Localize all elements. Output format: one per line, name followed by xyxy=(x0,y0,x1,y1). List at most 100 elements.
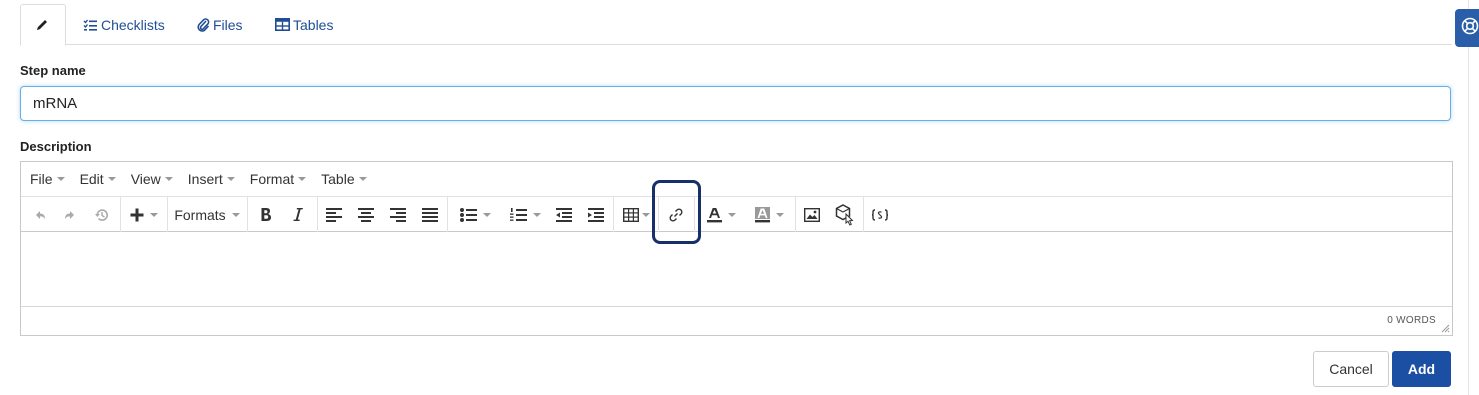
description-editor: File Edit View Insert Format Table Forma… xyxy=(20,161,1453,336)
bullet-list-button[interactable] xyxy=(455,201,495,228)
menu-edit[interactable]: Edit xyxy=(80,171,116,187)
editor-statusbar: 0 WORDS xyxy=(21,306,1452,335)
bold-icon xyxy=(261,208,271,221)
text-color-button[interactable] xyxy=(701,201,741,228)
redo-button[interactable] xyxy=(59,201,81,228)
caret-down-icon xyxy=(775,212,784,217)
toolbar-separator xyxy=(120,197,121,232)
indent-icon xyxy=(588,207,604,222)
help-button[interactable] xyxy=(1455,9,1479,47)
caret-down-icon xyxy=(107,177,116,181)
pencil-icon xyxy=(35,18,49,32)
tab-label: Tables xyxy=(293,16,334,33)
numbered-list-icon xyxy=(509,207,527,221)
align-justify-icon xyxy=(422,207,438,222)
align-left-button[interactable] xyxy=(323,201,345,228)
caret-down-icon xyxy=(641,212,650,217)
caret-down-icon xyxy=(358,177,367,181)
indent-button[interactable] xyxy=(585,201,607,228)
numbered-list-button[interactable] xyxy=(505,201,545,228)
tab-edit[interactable] xyxy=(20,4,66,46)
menu-label: Edit xyxy=(79,171,104,187)
background-color-icon xyxy=(754,206,770,222)
formats-label: Formats xyxy=(174,206,226,223)
align-center-icon xyxy=(358,207,374,222)
panel-edge xyxy=(1468,0,1469,395)
menu-label: View xyxy=(130,171,161,187)
caret-down-icon xyxy=(56,177,65,181)
align-left-icon xyxy=(326,207,342,222)
align-right-icon xyxy=(390,207,406,222)
menu-table[interactable]: Table xyxy=(321,171,367,187)
history-icon xyxy=(95,208,108,221)
toolbar-separator xyxy=(613,197,614,232)
editor-content-area[interactable] xyxy=(21,233,1452,306)
smart-annotation-button[interactable] xyxy=(833,201,857,228)
image-button[interactable] xyxy=(801,201,823,228)
table-icon xyxy=(622,207,639,222)
link-button[interactable] xyxy=(665,201,687,228)
menu-label: Table xyxy=(321,171,355,187)
tab-files[interactable]: Files xyxy=(197,4,243,45)
toolbar-separator xyxy=(447,197,448,232)
table-button[interactable] xyxy=(619,201,653,228)
cancel-button[interactable]: Cancel xyxy=(1313,351,1389,387)
caret-down-icon xyxy=(164,177,173,181)
add-button[interactable]: Add xyxy=(1392,351,1451,387)
align-center-button[interactable] xyxy=(355,201,377,228)
caret-down-icon xyxy=(298,177,307,181)
caret-down-icon xyxy=(727,212,736,217)
menu-label: Format xyxy=(249,171,295,187)
tab-tables[interactable]: Tables xyxy=(275,4,333,45)
table-icon xyxy=(275,18,290,31)
menu-label: Insert xyxy=(187,171,223,187)
tab-label: Files xyxy=(213,16,243,33)
menu-insert[interactable]: Insert xyxy=(188,171,235,187)
formats-dropdown[interactable]: Formats xyxy=(173,201,241,228)
italic-button[interactable] xyxy=(287,201,309,228)
image-icon xyxy=(804,207,820,222)
code-button[interactable] xyxy=(869,201,891,228)
caret-down-icon xyxy=(482,212,491,217)
toolbar-separator xyxy=(317,197,318,232)
link-icon xyxy=(669,207,683,222)
align-right-button[interactable] xyxy=(387,201,409,228)
word-count: 0 WORDS xyxy=(1387,315,1436,326)
toolbar-separator xyxy=(658,197,659,232)
smart-annotation-icon xyxy=(835,203,854,226)
toolbar-separator xyxy=(863,197,864,232)
description-label: Description xyxy=(20,139,92,154)
resize-handle-icon[interactable] xyxy=(1441,324,1450,333)
bold-button[interactable] xyxy=(255,201,277,228)
toolbar-separator xyxy=(694,197,695,232)
caret-down-icon xyxy=(231,212,240,217)
step-name-label: Step name xyxy=(20,63,86,78)
bullet-list-icon xyxy=(459,207,477,222)
plus-icon xyxy=(130,208,144,221)
checklist-icon xyxy=(83,19,98,31)
code-icon xyxy=(871,208,889,221)
outdent-icon xyxy=(556,207,572,222)
step-name-input[interactable] xyxy=(20,86,1451,121)
lifebuoy-icon xyxy=(1461,17,1479,40)
outdent-button[interactable] xyxy=(553,201,575,228)
step-tabs: Checklists Files Tables xyxy=(20,4,1452,46)
italic-icon xyxy=(293,208,303,221)
align-justify-button[interactable] xyxy=(419,201,441,228)
undo-button[interactable] xyxy=(28,201,50,228)
redo-icon xyxy=(64,210,74,219)
caret-down-icon xyxy=(150,212,158,217)
tab-checklists[interactable]: Checklists xyxy=(83,4,165,45)
caret-down-icon xyxy=(226,177,235,181)
background-color-button[interactable] xyxy=(749,201,789,228)
caret-down-icon xyxy=(532,212,541,217)
insert-button[interactable] xyxy=(126,201,162,228)
editor-toolbar: Formats xyxy=(21,197,1452,232)
menu-format[interactable]: Format xyxy=(249,171,307,187)
text-color-icon xyxy=(706,207,722,222)
menu-file[interactable]: File xyxy=(30,171,65,187)
history-button[interactable] xyxy=(91,201,113,228)
menu-view[interactable]: View xyxy=(131,171,173,187)
toolbar-separator xyxy=(247,197,248,232)
tab-label: Checklists xyxy=(101,16,165,33)
